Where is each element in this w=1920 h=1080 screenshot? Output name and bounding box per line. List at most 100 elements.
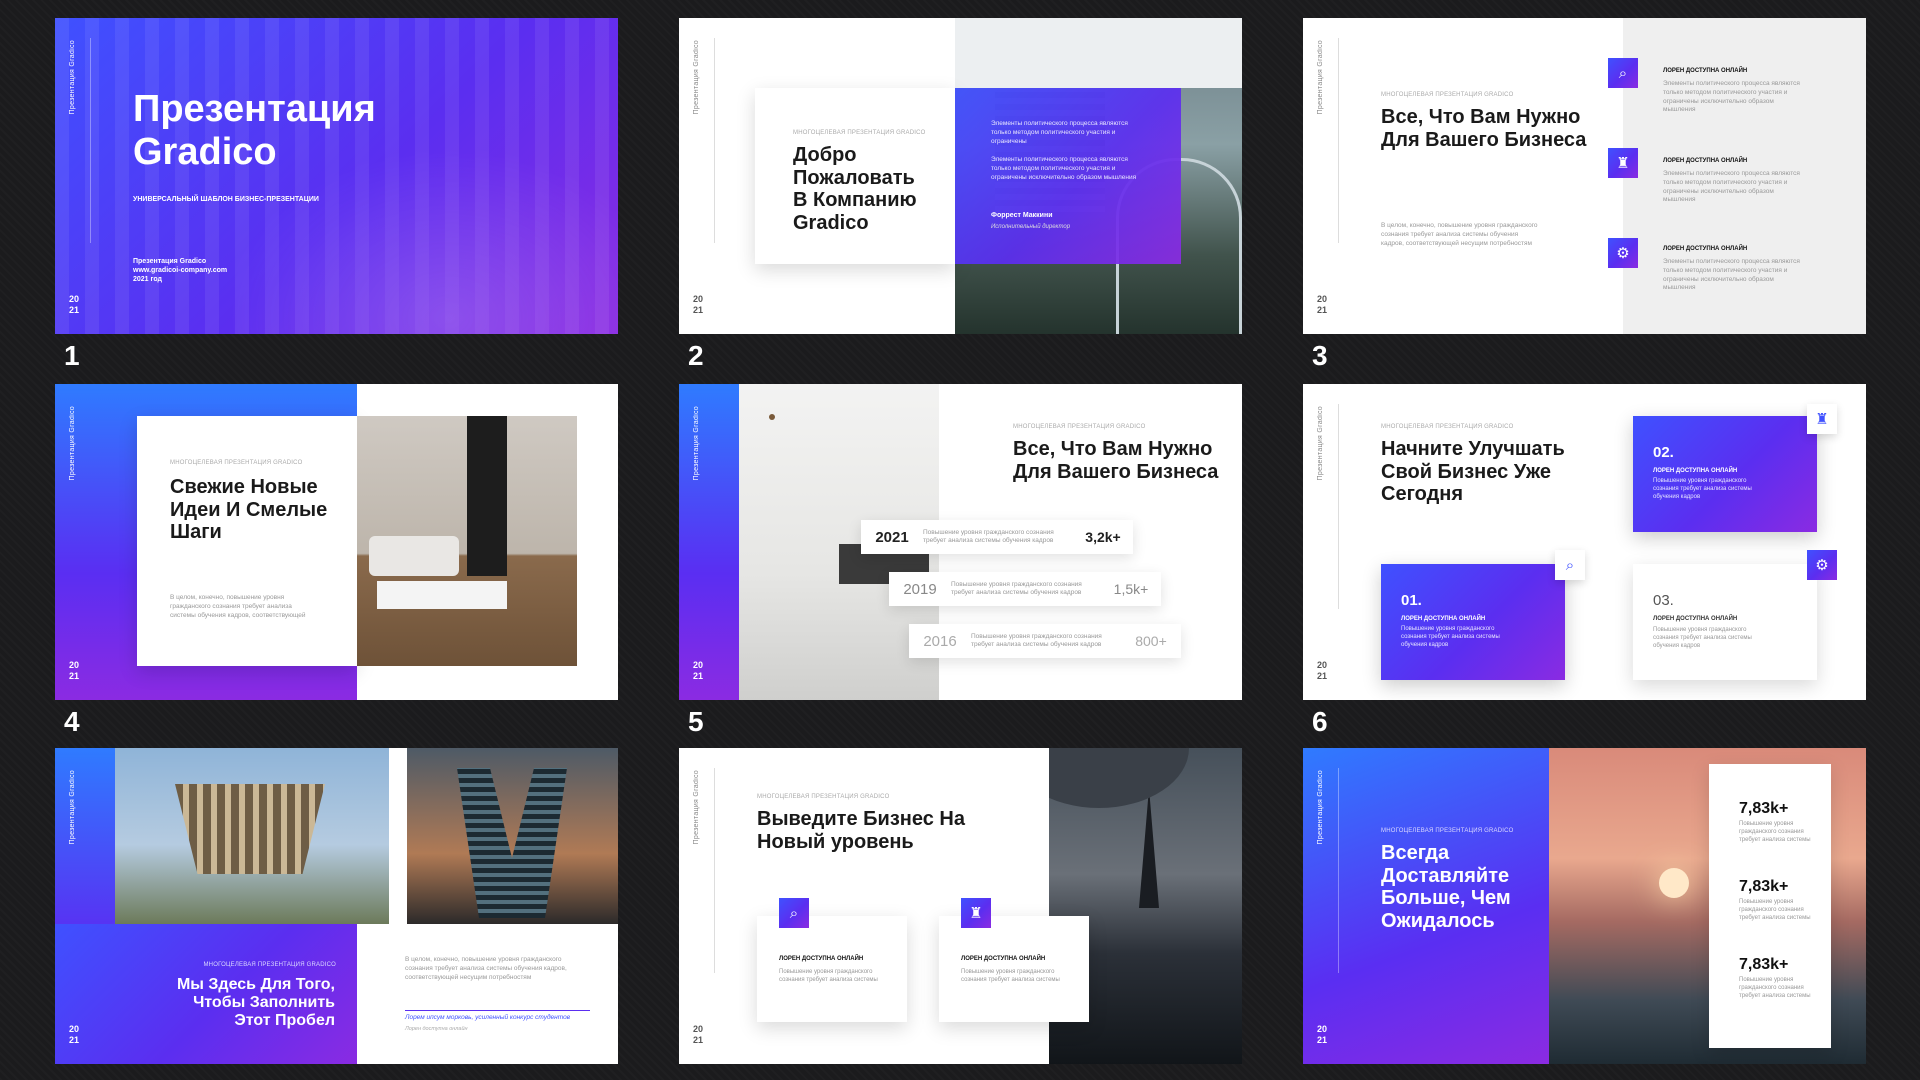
slide-3[interactable]: Презентация Gradico МНОГОЦЕЛЕВАЯ ПРЕЗЕНТ… — [1303, 18, 1866, 334]
stat-text: Повышение уровня гражданского сознания т… — [1739, 977, 1811, 1000]
item-text-2: Элементы политического процесса являются… — [1663, 170, 1800, 204]
gradient-strip — [679, 384, 739, 700]
vertical-tag: Презентация Gradico — [1317, 406, 1324, 481]
stat-value: 1,5k+ — [1113, 581, 1149, 597]
card-text: Повышение уровня гражданского сознания т… — [1653, 627, 1752, 650]
item-text-3: Элементы политического процесса являются… — [1663, 258, 1800, 292]
interior-photo — [357, 416, 577, 666]
city-photo — [55, 18, 618, 334]
stat-desc: Повышение уровня гражданского сознания т… — [951, 580, 1082, 596]
item-head-3: ЛОРЕН ДОСТУПНА ОНЛАЙН — [1663, 246, 1748, 252]
vertical-tag: Презентация Gradico — [693, 406, 700, 481]
stat-year: 2021 — [875, 528, 909, 546]
stat-text: Повышение уровня гражданского сознания т… — [1739, 899, 1811, 922]
card-num: 03. — [1653, 592, 1674, 609]
slide-subtitle: УНИВЕРСАЛЬНЫЙ ШАБЛОН БИЗНЕС-ПРЕЗЕНТАЦИИ — [133, 196, 319, 203]
footer-url: www.gradicoi-company.com — [133, 267, 228, 274]
card-text: Повышение уровня гражданского сознания т… — [779, 969, 878, 984]
slide-6[interactable]: Презентация Gradico МНОГОЦЕЛЕВАЯ ПРЕЗЕНТ… — [1303, 384, 1866, 700]
kicker: МНОГОЦЕЛЕВАЯ ПРЕЗЕНТАЦИЯ GRADICO — [203, 962, 336, 968]
year-mark: 20 21 — [69, 294, 80, 315]
footer-name: Презентация Gradico — [133, 258, 207, 265]
stat-text: Повышение уровня гражданского сознания т… — [1739, 821, 1811, 844]
vertical-tag: Презентация Gradico — [69, 40, 76, 115]
item-text-1: Элементы политического процесса являются… — [1663, 80, 1800, 114]
slide-title: Все, Что Вам Нужно Для Вашего Бизнеса — [1013, 438, 1219, 483]
stat-desc: Повышение уровня гражданского сознания т… — [971, 632, 1102, 648]
slide-number: 1 — [64, 340, 80, 371]
quote-sub: Лорен доступна онлайн — [405, 1026, 468, 1032]
slide-9[interactable]: Презентация Gradico МНОГОЦЕЛЕВАЯ ПРЕЗЕНТ… — [1303, 748, 1866, 1064]
card-text: Повышение уровня гражданского сознания т… — [961, 969, 1060, 984]
quote-line — [405, 1010, 590, 1011]
footer-year: 2021 год — [133, 276, 162, 283]
stat-value: 7,83k+ — [1739, 878, 1789, 895]
library-photo — [115, 748, 389, 924]
vertical-tag: Презентация Gradico — [693, 40, 700, 115]
kicker: МНОГОЦЕЛЕВАЯ ПРЕЗЕНТАЦИЯ GRADICO — [1381, 424, 1514, 430]
vertical-tag: Презентация Gradico — [1317, 770, 1324, 845]
year-mark: 20 21 — [69, 1024, 80, 1045]
stat-desc: Повышение уровня гражданского сознания т… — [923, 528, 1054, 544]
year-mark: 20 21 — [1317, 660, 1328, 681]
chart-search-icon: ⌕ — [1608, 58, 1638, 88]
slide-number: 4 — [64, 706, 80, 737]
author-name: Форрест Маккини — [991, 212, 1053, 219]
vertical-tag: Презентация Gradico — [693, 770, 700, 845]
card-01 — [1381, 564, 1565, 680]
card-head: ЛОРЕН ДОСТУПНА ОНЛАЙН — [1401, 616, 1486, 622]
stat-row: 2019 Повышение уровня гражданского созна… — [889, 572, 1161, 606]
stat-value: 7,83k+ — [1739, 956, 1789, 973]
search-icon: ⌕ — [1555, 550, 1585, 580]
year-mark: 20 21 — [693, 1024, 704, 1045]
quote-text: Лорем ипсум морковь, усиленный конкурс с… — [405, 1014, 571, 1021]
slide-number: 5 — [688, 706, 704, 737]
divider — [90, 38, 91, 243]
card-head: ЛОРЕН ДОСТУПНА ОНЛАЙН — [1653, 616, 1738, 622]
stat-row: 2021 Повышение уровня гражданского созна… — [861, 520, 1133, 554]
chess-icon: ♜ — [1807, 404, 1837, 434]
chess-icon: ♜ — [1608, 148, 1638, 178]
year-mark: 20 21 — [69, 660, 80, 681]
slide-title: Выведите Бизнес На Новый уровень — [757, 808, 965, 853]
slide-5[interactable]: Презентация Gradico МНОГОЦЕЛЕВАЯ ПРЕЗЕНТ… — [679, 384, 1242, 700]
slide-7[interactable]: Презентация Gradico МНОГОЦЕЛЕВАЯ ПРЕЗЕНТ… — [55, 748, 618, 1064]
kicker: МНОГОЦЕЛЕВАЯ ПРЕЗЕНТАЦИЯ GRADICO — [1013, 424, 1146, 430]
gear-icon: ⚙ — [1608, 238, 1638, 268]
slide-title: Добро Пожаловать В Компанию Gradico — [793, 144, 917, 234]
slide-title: Все, Что Вам Нужно Для Вашего Бизнеса — [1381, 106, 1587, 151]
chess-icon: ♜ — [961, 898, 991, 928]
body-text: В целом, конечно, повышение уровня гражд… — [170, 594, 306, 619]
card-03 — [1633, 564, 1817, 680]
year-mark: 20 21 — [1317, 294, 1328, 315]
card-text: Повышение уровня гражданского сознания т… — [1653, 478, 1752, 500]
card-02 — [1633, 416, 1817, 532]
year-mark: 20 21 — [693, 294, 704, 315]
slide-4[interactable]: Презентация Gradico МНОГОЦЕЛЕВАЯ ПРЕЗЕНТ… — [55, 384, 618, 700]
tower-photo — [407, 748, 618, 924]
slide-number: 2 — [688, 340, 704, 371]
kicker: МНОГОЦЕЛЕВАЯ ПРЕЗЕНТАЦИЯ GRADICO — [1381, 828, 1514, 834]
stat-year: 2019 — [903, 580, 937, 598]
divider — [714, 768, 715, 973]
gear-icon: ⚙ — [1807, 550, 1837, 580]
slide-2[interactable]: Презентация Gradico МНОГОЦЕЛЕВАЯ ПРЕЗЕНТ… — [679, 18, 1242, 334]
kicker: МНОГОЦЕЛЕВАЯ ПРЕЗЕНТАЦИЯ GRADICO — [757, 794, 890, 800]
divider — [1338, 404, 1339, 609]
item-head-1: ЛОРЕН ДОСТУПНА ОНЛАЙН — [1663, 68, 1748, 74]
kicker: МНОГОЦЕЛЕВАЯ ПРЕЗЕНТАЦИЯ GRADICO — [170, 460, 303, 466]
vertical-tag: Презентация Gradico — [69, 406, 76, 481]
paragraph-2: Элементы политического процесса являются… — [991, 156, 1137, 181]
divider — [1338, 768, 1339, 973]
body-text: В целом, конечно, повышение уровня гражд… — [1381, 222, 1538, 247]
slide-1[interactable]: Презентация Gradico Презентация Gradico … — [55, 18, 618, 334]
stat-row: 2016 Повышение уровня гражданского созна… — [909, 624, 1181, 658]
year-mark: 20 21 — [1317, 1024, 1328, 1045]
stat-value: 800+ — [1135, 633, 1167, 649]
slide-title: Свежие Новые Идеи И Смелые Шаги — [170, 476, 328, 544]
slide-title: Презентация Gradico — [133, 88, 376, 173]
search-icon: ⌕ — [779, 898, 809, 928]
stat-value: 3,2k+ — [1085, 529, 1121, 545]
kicker: МНОГОЦЕЛЕВАЯ ПРЕЗЕНТАЦИЯ GRADICO — [1381, 92, 1514, 98]
slide-8[interactable]: Презентация Gradico МНОГОЦЕЛЕВАЯ ПРЕЗЕНТ… — [679, 748, 1242, 1064]
